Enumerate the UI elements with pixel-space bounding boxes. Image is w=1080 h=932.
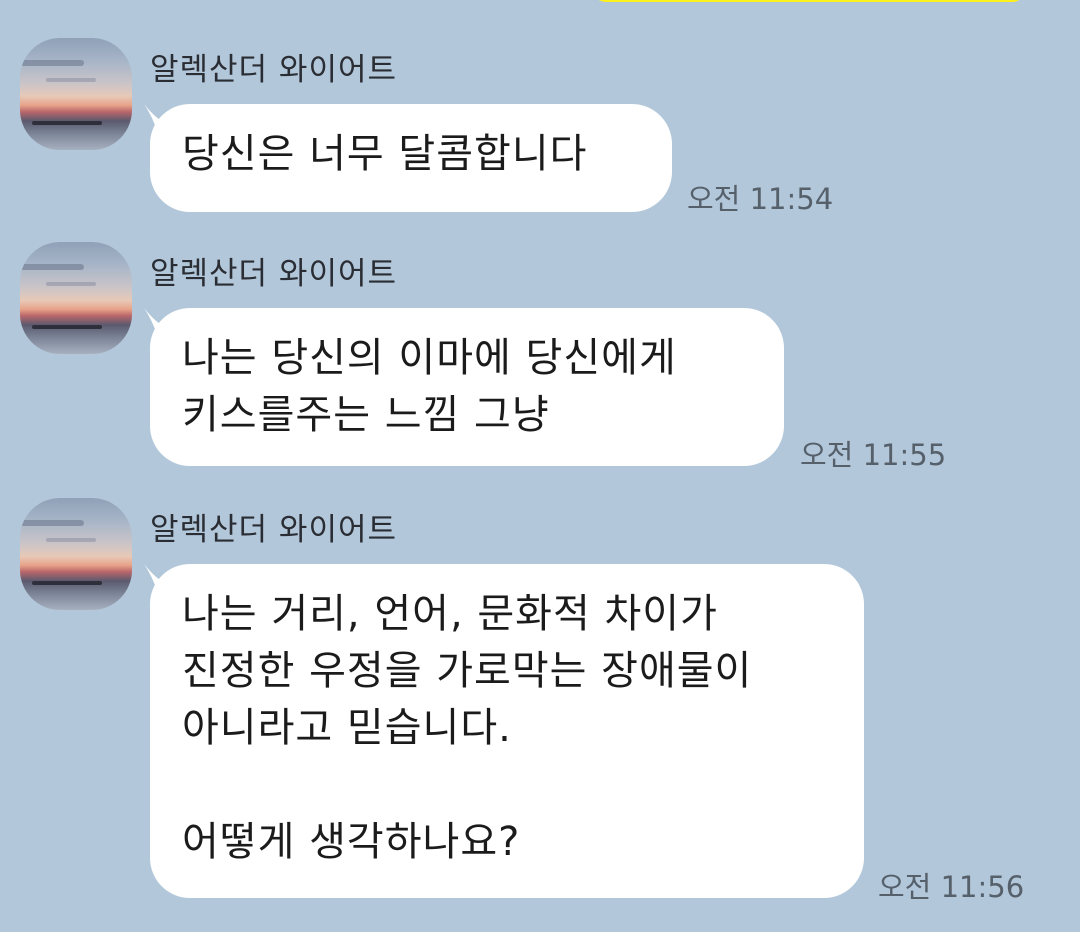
avatar-cloud <box>20 60 84 66</box>
sender-name[interactable]: 알렉산더 와이어트 <box>150 248 397 293</box>
avatar-cloud <box>46 282 96 286</box>
avatar-cloud <box>46 538 96 542</box>
avatar-shoreline <box>32 581 102 585</box>
message-time: 오전 11:54 <box>687 182 834 216</box>
avatar-cloud <box>46 78 96 82</box>
sender-name[interactable]: 알렉산더 와이어트 <box>150 504 397 549</box>
avatar-cloud <box>20 520 84 526</box>
message-time: 오전 11:56 <box>878 870 1025 904</box>
previous-outgoing-bubble-edge <box>592 0 1026 2</box>
sender-avatar[interactable] <box>20 38 132 150</box>
message-bubble[interactable]: 당신은 너무 달콤합니다 <box>150 104 672 212</box>
sender-avatar[interactable] <box>20 242 132 354</box>
message-time: 오전 11:55 <box>800 438 947 472</box>
message-bubble[interactable]: 나는 거리, 언어, 문화적 차이가 진정한 우정을 가로막는 장애물이 아니라… <box>150 564 864 898</box>
message-bubble[interactable]: 나는 당신의 이마에 당신에게 키스를주는 느낌 그냥 <box>150 308 784 466</box>
sender-name[interactable]: 알렉산더 와이어트 <box>150 44 397 89</box>
avatar-shoreline <box>32 325 102 329</box>
avatar-shoreline <box>32 121 102 125</box>
sender-avatar[interactable] <box>20 498 132 610</box>
avatar-cloud <box>20 264 84 270</box>
